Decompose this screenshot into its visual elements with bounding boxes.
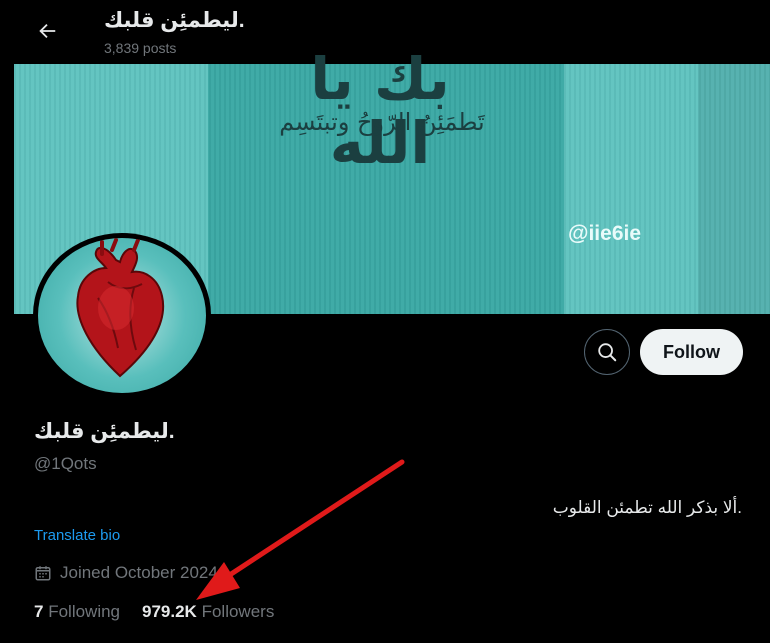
search-posts-button[interactable] <box>584 329 630 375</box>
joined-text: Joined October 2024 <box>60 563 218 582</box>
followers-label: Followers <box>201 602 275 621</box>
posts-count: 3,839 posts <box>104 40 177 56</box>
joined-date: Joined October 2024 <box>34 563 218 583</box>
profile-name: .ليطمئِن قلبك <box>34 420 175 443</box>
search-icon <box>598 343 617 362</box>
translate-bio-link[interactable]: Translate bio <box>34 527 120 544</box>
avatar-image <box>38 238 206 393</box>
following-link[interactable]: 7 Following <box>34 602 120 622</box>
heart-image <box>76 238 165 378</box>
header-title: .ليطمئِن قلبك <box>104 9 245 32</box>
followers-link[interactable]: 979.2K Followers <box>142 602 274 622</box>
followers-count: 979.2K <box>142 602 197 621</box>
follow-stats: 7 Following 979.2K Followers <box>34 602 274 622</box>
banner-watermark: @iie6ie <box>568 222 642 245</box>
following-count: 7 <box>34 602 44 621</box>
follow-button[interactable]: Follow <box>640 329 743 375</box>
back-button[interactable] <box>28 12 66 50</box>
back-arrow-icon <box>39 23 56 39</box>
calendar-icon <box>35 566 51 581</box>
profile-handle: @1Qots <box>34 454 97 473</box>
banner-subtitle: تَطمَئِنُ الرّوحُ وتبتَسِم <box>279 108 485 136</box>
profile-bio: .ألا بذكر الله تطمئن القلوب <box>552 498 742 517</box>
following-label: Following <box>48 602 121 621</box>
